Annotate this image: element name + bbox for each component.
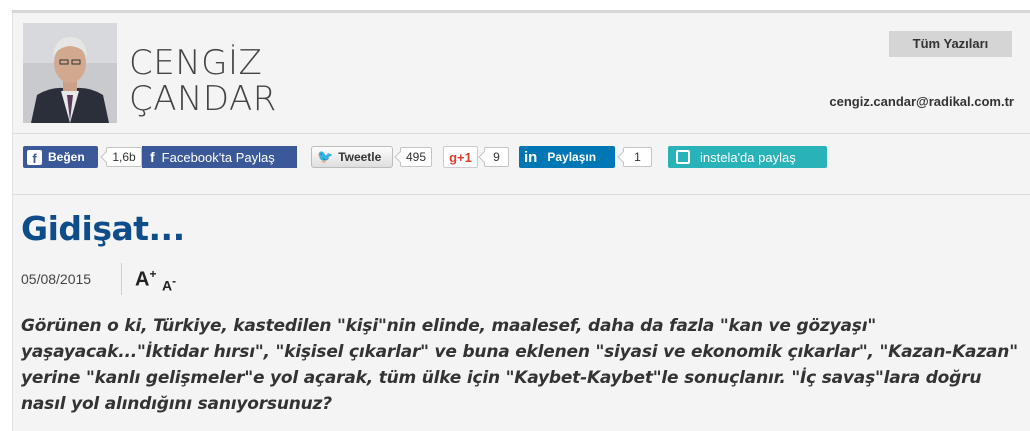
tweet-count: 495 <box>400 147 432 167</box>
linkedin-share-label: Paylaşın <box>547 150 597 164</box>
google-plus-button[interactable]: g+1 <box>443 146 478 168</box>
all-posts-button[interactable]: Tüm Yazıları <box>889 31 1012 57</box>
author-email[interactable]: cengiz.candar@radikal.com.tr <box>829 94 1014 109</box>
facebook-share-button[interactable]: f Facebook'ta Paylaş <box>142 146 297 168</box>
author-last-name[interactable]: ÇANDAR <box>129 81 277 117</box>
article-title: Gidişat... <box>21 209 185 248</box>
instela-icon <box>676 150 690 164</box>
author-photo <box>23 23 117 123</box>
facebook-icon: f <box>150 149 155 165</box>
linkedin-count: 1 <box>623 147 652 167</box>
linkedin-share-button[interactable]: in Paylaşın <box>519 146 615 168</box>
font-increase-button[interactable]: A+ <box>135 267 156 292</box>
font-decrease-button[interactable]: A- <box>162 275 176 294</box>
font-increase-letter: A <box>135 268 150 291</box>
tweet-button[interactable]: 🐦 Tweetle <box>311 146 393 168</box>
share-divider <box>13 194 1030 195</box>
font-decrease-letter: A <box>162 277 173 294</box>
article-panel: CENGİZ ÇANDAR Tüm Yazıları cengiz.candar… <box>12 13 1030 431</box>
date-separator <box>121 263 122 295</box>
article-date: 05/08/2015 <box>21 271 92 287</box>
article-lead: Görünen o ki, Türkiye, kastedilen "kişi"… <box>21 316 1018 414</box>
author-header: CENGİZ ÇANDAR Tüm Yazıları cengiz.candar… <box>13 13 1030 133</box>
tweet-label: Tweetle <box>338 150 382 164</box>
author-name[interactable]: CENGİZ ÇANDAR <box>129 45 277 117</box>
instela-share-label: instela'da paylaş <box>700 149 796 165</box>
share-bar: f Beğen 1,6b f Facebook'ta Paylaş 🐦 Twee… <box>13 144 1030 174</box>
plus-sign: + <box>149 267 157 281</box>
facebook-share-label: Facebook'ta Paylaş <box>161 149 275 165</box>
twitter-bird-icon: 🐦 <box>317 149 334 164</box>
facebook-icon: f <box>27 149 42 165</box>
facebook-like-count: 1,6b <box>106 147 142 167</box>
instela-share-button[interactable]: instela'da paylaş <box>668 146 827 168</box>
linkedin-icon: in <box>524 148 538 166</box>
facebook-like-label: Beğen <box>48 150 85 164</box>
google-plus-count: 9 <box>484 147 509 167</box>
facebook-like-button[interactable]: f Beğen <box>23 146 98 168</box>
minus-sign: - <box>172 275 177 288</box>
header-divider <box>13 133 1030 134</box>
author-first-name[interactable]: CENGİZ <box>129 45 277 81</box>
